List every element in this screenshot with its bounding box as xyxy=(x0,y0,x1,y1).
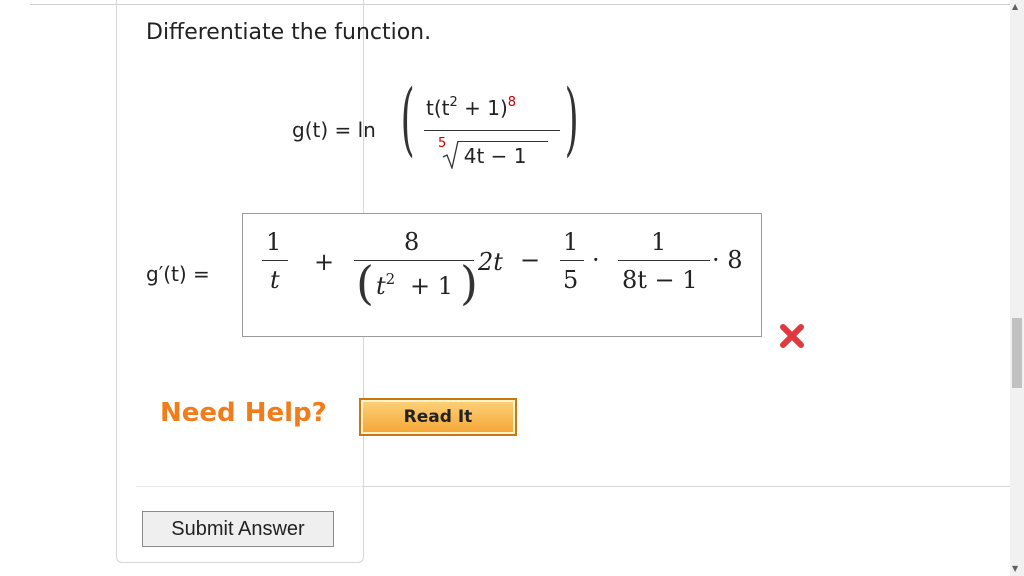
left-divider xyxy=(136,486,362,487)
term4-bar xyxy=(618,260,710,261)
dot-operator: · xyxy=(592,246,600,274)
term2-factor: 2t xyxy=(478,248,503,276)
answer-label: g′(t) = xyxy=(146,262,210,286)
scroll-up-arrow-icon[interactable]: ▲ xyxy=(1012,2,1018,11)
scroll-down-arrow-icon[interactable]: ▼ xyxy=(1012,564,1018,573)
term2-right-paren: ) xyxy=(460,256,478,310)
term2-denominator-base: t2 xyxy=(376,270,396,300)
minus-sign: − xyxy=(520,246,541,274)
right-paren: ) xyxy=(564,72,579,165)
radical-bar xyxy=(458,141,548,142)
term4-denominator: 8t − 1 xyxy=(622,266,698,294)
left-paren: ( xyxy=(400,72,415,165)
read-it-button[interactable]: Read It xyxy=(359,398,517,436)
function-denominator: 44t − 1 xyxy=(463,144,527,168)
term3-denominator: 5 xyxy=(563,266,579,294)
term3-numerator: 1 xyxy=(563,228,579,256)
term4-factor: · 8 xyxy=(712,246,743,274)
function-fraction-bar xyxy=(424,130,560,131)
term2-denominator-rest: + 1 xyxy=(410,272,454,300)
term2-numerator: 8 xyxy=(404,228,420,256)
term1-bar xyxy=(262,260,288,261)
term4-numerator: 1 xyxy=(651,228,667,256)
term1-numerator: 1 xyxy=(266,228,282,256)
need-help-label: Need Help? xyxy=(160,398,327,428)
term2-left-paren: ( xyxy=(356,256,374,310)
bottom-divider xyxy=(362,486,1012,487)
scrollbar-thumb[interactable] xyxy=(1012,318,1022,388)
numerator-exponent: 8 xyxy=(507,95,517,110)
question-prompt: Differentiate the function. xyxy=(146,20,432,45)
vertical-scrollbar[interactable] xyxy=(1010,0,1024,576)
function-label: g(t) = ln xyxy=(292,118,376,142)
plus-sign: + xyxy=(314,248,335,276)
function-numerator: t(t2 + 1)8 xyxy=(426,95,517,120)
incorrect-x-icon xyxy=(780,324,804,348)
submit-answer-button[interactable]: Submit Answer xyxy=(142,511,334,547)
term3-bar xyxy=(560,260,584,261)
term1-denominator: t xyxy=(270,266,280,294)
